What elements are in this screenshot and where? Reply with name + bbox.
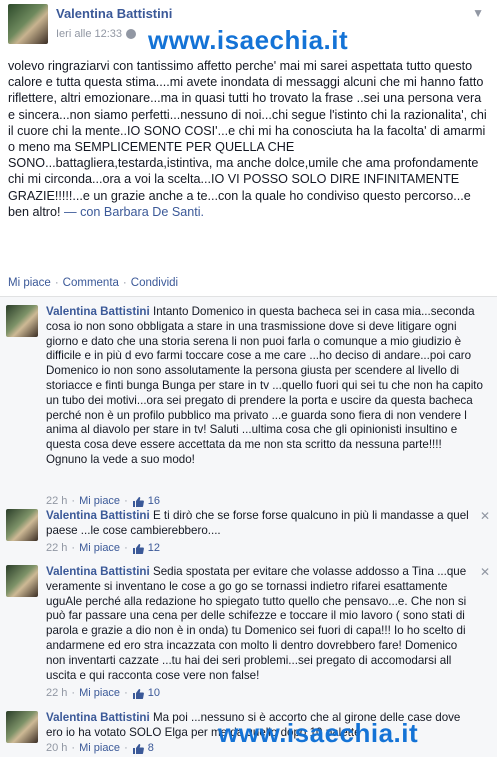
like-count[interactable]: 8 bbox=[148, 742, 154, 754]
comment: Valentina Battistini E ti dirò che se fo… bbox=[6, 509, 494, 555]
comment-time[interactable]: 22 h bbox=[46, 495, 67, 507]
comment-like-button[interactable]: Mi piace bbox=[79, 542, 120, 554]
comment-meta: 22 h · Mi piace · 12 bbox=[46, 542, 160, 554]
comment-time[interactable]: 22 h bbox=[46, 687, 67, 699]
comment-meta: 20 h · Mi piace · 8 bbox=[46, 742, 154, 754]
comments-section: Valentina Battistini Intanto Domenico in… bbox=[0, 296, 497, 757]
like-button[interactable]: Mi piace bbox=[8, 277, 51, 289]
commenter-avatar[interactable] bbox=[6, 509, 38, 541]
thumbs-up-icon bbox=[132, 689, 144, 699]
chevron-down-icon[interactable]: ▼ bbox=[472, 6, 484, 20]
comment-meta: 22 h · Mi piace · 10 bbox=[46, 687, 160, 699]
comment-text: Sedia spostata per evitare che volasse a… bbox=[46, 565, 467, 682]
comment: Valentina Battistini Intanto Domenico in… bbox=[6, 305, 494, 507]
comment-time[interactable]: 22 h bbox=[46, 542, 67, 554]
share-button[interactable]: Condividi bbox=[131, 277, 178, 289]
comment-author[interactable]: Valentina Battistini bbox=[46, 711, 150, 724]
commenter-avatar[interactable] bbox=[6, 305, 38, 337]
like-count[interactable]: 16 bbox=[148, 495, 160, 507]
comment-like-button[interactable]: Mi piace bbox=[79, 742, 120, 754]
commenter-avatar[interactable] bbox=[6, 565, 38, 597]
comment-like-button[interactable]: Mi piace bbox=[79, 687, 120, 699]
like-count[interactable]: 10 bbox=[148, 687, 160, 699]
comment-meta: 22 h · Mi piace · 16 bbox=[46, 495, 160, 507]
post-author[interactable]: Valentina Battistini bbox=[56, 6, 172, 21]
globe-icon bbox=[126, 29, 137, 39]
commenter-avatar[interactable] bbox=[6, 711, 38, 743]
separator: · bbox=[54, 277, 59, 289]
comment-time[interactable]: 20 h bbox=[46, 742, 67, 754]
comment-text-block: Valentina Battistini Sedia spostata per … bbox=[46, 565, 471, 683]
post-body: volevo ringraziarvi con tantissimo affet… bbox=[8, 58, 490, 220]
like-count[interactable]: 12 bbox=[148, 542, 160, 554]
comment-author[interactable]: Valentina Battistini bbox=[46, 565, 150, 578]
thumbs-up-icon bbox=[132, 544, 144, 554]
comment-text-block: Valentina Battistini E ti dirò che se fo… bbox=[46, 509, 471, 539]
watermark-top: www.isaechia.it bbox=[148, 25, 349, 55]
comment-button[interactable]: Commenta bbox=[63, 277, 119, 289]
with-label: — con bbox=[64, 204, 101, 219]
post-timestamp[interactable]: Ieri alle 12:33 bbox=[56, 28, 122, 40]
post-meta: Ieri alle 12:33 bbox=[56, 28, 137, 40]
separator: · bbox=[122, 277, 127, 289]
thumbs-up-icon bbox=[132, 497, 144, 507]
close-icon[interactable]: ✕ bbox=[480, 509, 490, 523]
post-actions: Mi piace · Commenta · Condividi bbox=[8, 277, 178, 289]
watermark-bottom: www.isaechia.it bbox=[218, 718, 419, 748]
tagged-person-link[interactable]: Barbara De Santi. bbox=[104, 205, 204, 219]
comment-text: Intanto Domenico in questa bacheca sei i… bbox=[46, 305, 483, 466]
comment-author[interactable]: Valentina Battistini bbox=[46, 509, 150, 522]
close-icon[interactable]: ✕ bbox=[480, 565, 490, 579]
comment: Valentina Battistini Sedia spostata per … bbox=[6, 565, 494, 705]
comment-text-block: Valentina Battistini Intanto Domenico in… bbox=[46, 305, 486, 468]
thumbs-up-icon bbox=[132, 744, 144, 754]
author-avatar[interactable] bbox=[8, 4, 48, 44]
comment-like-button[interactable]: Mi piace bbox=[79, 495, 120, 507]
comment-author[interactable]: Valentina Battistini bbox=[46, 305, 150, 318]
post-text: volevo ringraziarvi con tantissimo affet… bbox=[8, 59, 487, 219]
